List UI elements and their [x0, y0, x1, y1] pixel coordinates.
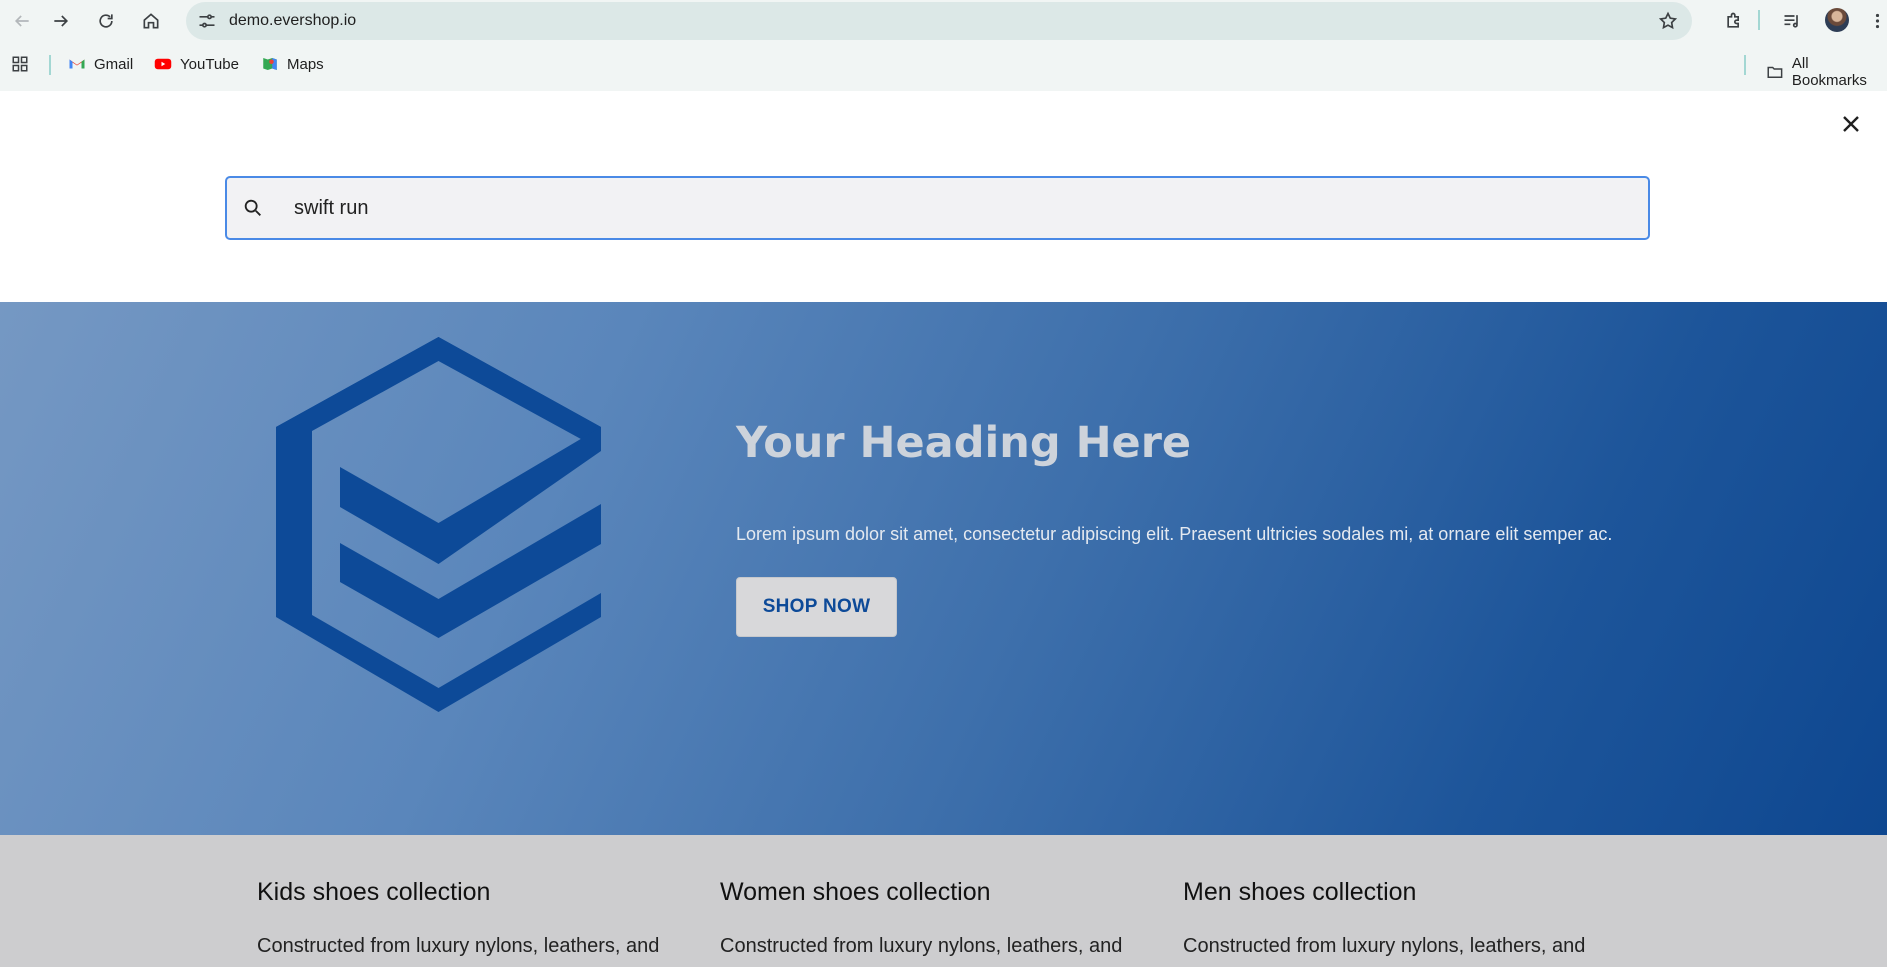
arrow-left-icon — [14, 14, 29, 27]
puzzle-icon — [1727, 12, 1739, 28]
page-content: Your Heading Here Lorem ipsum dolor sit … — [0, 91, 1887, 967]
bookmark-youtube[interactable]: YouTube — [154, 55, 239, 73]
media-control-button[interactable] — [1772, 0, 1812, 41]
collection-women: Women shoes collection Constructed from … — [720, 878, 1140, 958]
search-icon — [244, 199, 261, 216]
all-bookmarks-button[interactable]: All Bookmarks — [1766, 55, 1887, 89]
profile-avatar[interactable] — [1825, 8, 1849, 32]
collection-description: Constructed from luxury nylons, leathers… — [720, 935, 1123, 957]
back-button[interactable] — [0, 0, 44, 41]
address-url[interactable]: demo.evershop.io — [229, 12, 356, 30]
apps-grid-icon — [12, 56, 28, 72]
bookmark-gmail[interactable]: Gmail — [68, 55, 133, 73]
hero-description: Lorem ipsum dolor sit amet, consectetur … — [736, 524, 1613, 544]
arrow-right-icon — [54, 14, 69, 27]
evershop-logo — [276, 337, 601, 712]
home-icon — [143, 12, 159, 28]
close-icon[interactable] — [1839, 112, 1863, 136]
search-input[interactable] — [292, 195, 1496, 221]
all-bookmarks-label: All Bookmarks — [1791, 55, 1867, 89]
collection-kids: Kids shoes collection Constructed from l… — [257, 878, 677, 958]
youtube-icon — [154, 58, 172, 70]
bookmark-maps[interactable]: Maps — [261, 55, 324, 73]
home-button[interactable] — [129, 0, 173, 41]
bookmark-label: Maps — [287, 55, 324, 73]
bookmarks-divider — [1744, 55, 1746, 75]
reload-icon — [99, 13, 113, 28]
toolbar-divider — [1758, 10, 1760, 30]
shop-now-button[interactable]: SHOP NOW — [736, 577, 897, 637]
collection-title[interactable]: Kids shoes collection — [257, 878, 677, 907]
bookmarks-divider — [49, 55, 51, 75]
forward-button[interactable] — [39, 0, 83, 41]
more-vert-icon — [1875, 13, 1880, 28]
apps-button[interactable] — [11, 55, 29, 73]
collection-description: Constructed from luxury nylons, leathers… — [1183, 935, 1586, 957]
gmail-icon — [69, 59, 85, 69]
collection-title[interactable]: Women shoes collection — [720, 878, 1140, 907]
hero-banner: Your Heading Here Lorem ipsum dolor sit … — [0, 302, 1887, 835]
star-icon[interactable] — [1658, 11, 1678, 31]
collection-title[interactable]: Men shoes collection — [1183, 878, 1603, 907]
playlist-icon — [1784, 14, 1798, 28]
hero-heading: Your Heading Here — [736, 418, 1192, 468]
address-bar[interactable]: demo.evershop.io — [186, 2, 1692, 40]
site-info-icon[interactable] — [197, 11, 217, 31]
reload-button[interactable] — [84, 0, 128, 41]
search-bar[interactable] — [225, 176, 1650, 240]
collections-section: Kids shoes collection Constructed from l… — [0, 835, 1887, 967]
bookmark-label: YouTube — [180, 55, 239, 73]
maps-icon — [263, 58, 277, 70]
collection-men: Men shoes collection Constructed from lu… — [1183, 878, 1603, 958]
collection-description: Constructed from luxury nylons, leathers… — [257, 935, 660, 957]
bookmark-label: Gmail — [94, 55, 134, 73]
browser-toolbar: demo.evershop.io — [0, 0, 1887, 41]
extensions-button[interactable] — [1714, 0, 1754, 41]
menu-button[interactable] — [1868, 0, 1887, 41]
bookmarks-bar: Gmail YouTube Maps All Bookmarks — [0, 41, 1887, 91]
folder-icon — [1767, 66, 1783, 78]
